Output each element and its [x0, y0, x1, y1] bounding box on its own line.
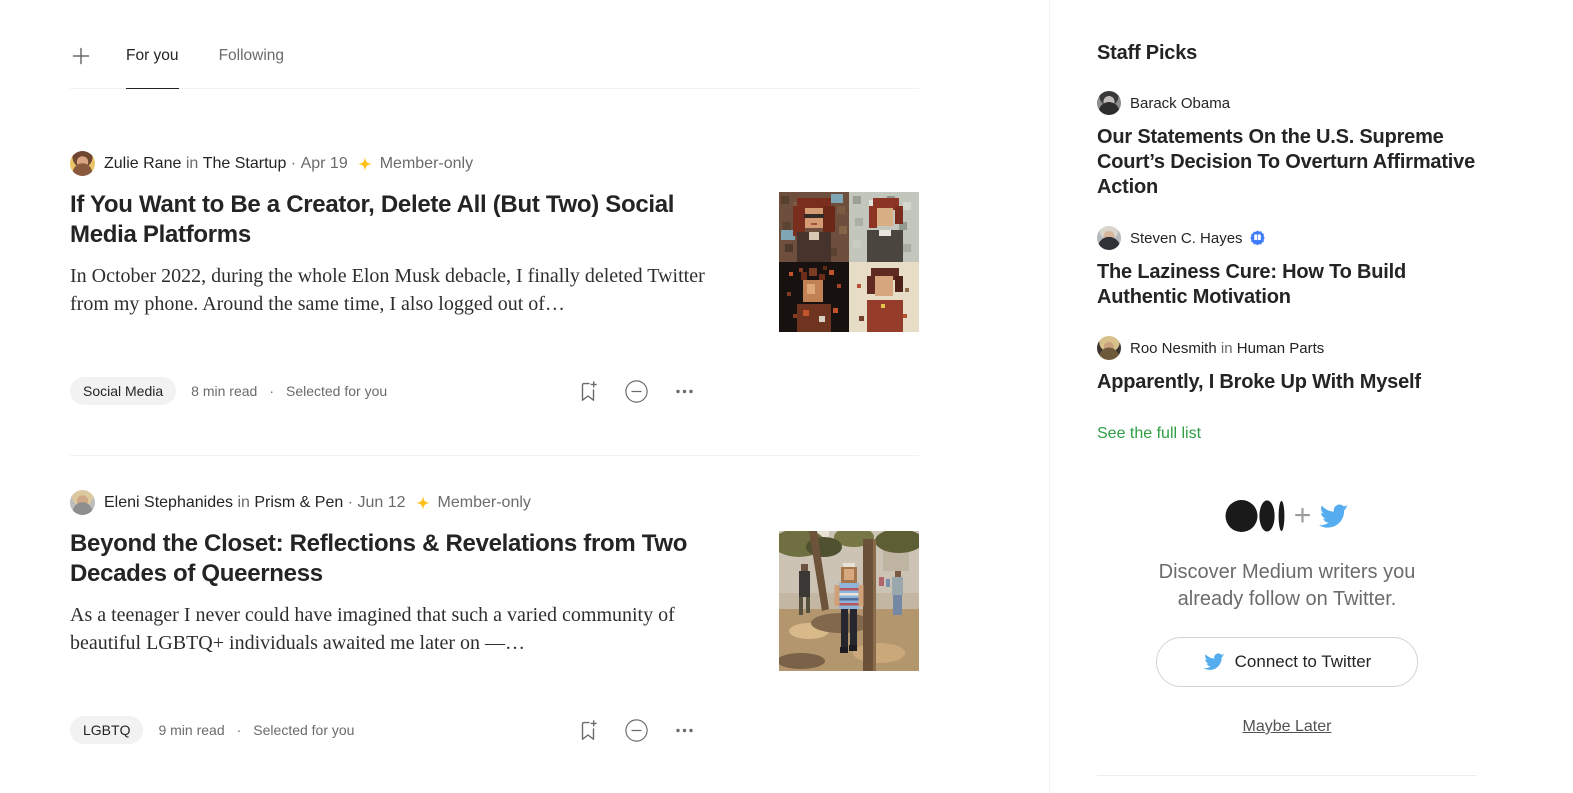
- connect-to-twitter-button[interactable]: Connect to Twitter: [1156, 637, 1418, 687]
- author-name[interactable]: Steven C. Hayes: [1130, 230, 1243, 247]
- promo-description-line1: Discover Medium writers you: [1158, 561, 1416, 583]
- article-footer: Social Media 8 min read · Selected for y…: [70, 376, 919, 406]
- staff-pick-item: Roo Nesmith in Human Parts Apparently, I…: [1097, 336, 1477, 395]
- street-scene-photo: [779, 531, 919, 671]
- article-card: Eleni Stephanides in Prism & Pen · Jun 1…: [70, 490, 919, 745]
- add-feed-button[interactable]: [70, 45, 92, 72]
- medium-home-page: For you Following Zulie Rane in The Star…: [0, 0, 1573, 793]
- article-title[interactable]: If You Want to Be a Creator, Delete All …: [70, 190, 730, 250]
- tab-following[interactable]: Following: [219, 44, 284, 88]
- read-time: 9 min read: [158, 722, 225, 738]
- twitter-promo: + Discover Medium writers you already fol…: [1097, 499, 1477, 736]
- see-full-list-link[interactable]: See the full list: [1097, 425, 1477, 443]
- verified-author-icon: [1249, 230, 1265, 245]
- selected-for-you-label: Selected for you: [253, 722, 355, 738]
- article-thumbnail[interactable]: [779, 192, 919, 332]
- publication-name[interactable]: Prism & Pen: [254, 494, 343, 512]
- author-name[interactable]: Roo Nesmith: [1130, 340, 1217, 357]
- in-label: in: [185, 154, 199, 172]
- staff-picks-heading: Staff Picks: [1097, 42, 1198, 64]
- article-title[interactable]: Beyond the Closet: Reflections & Revelat…: [70, 529, 730, 589]
- byline: Barack Obama: [1097, 91, 1477, 115]
- topic-tag[interactable]: Social Media: [70, 377, 177, 405]
- article-excerpt[interactable]: As a teenager I never could have imagine…: [70, 601, 730, 657]
- article-excerpt[interactable]: In October 2022, during the whole Elon M…: [70, 262, 730, 318]
- topic-tag[interactable]: LGBTQ: [70, 716, 144, 744]
- author-avatar[interactable]: [70, 151, 95, 176]
- member-only-badge: Member-only: [348, 155, 473, 173]
- article-footer: LGBTQ 9 min read · Selected for you: [70, 715, 919, 745]
- show-less-icon[interactable]: [624, 718, 649, 743]
- article-card: Zulie Rane in The Startup · Apr 19 Membe…: [70, 151, 919, 456]
- medium-logo: [1225, 500, 1285, 532]
- author-avatar[interactable]: [1097, 226, 1121, 250]
- article-date: Jun 12: [357, 493, 406, 511]
- member-only-label: Member-only: [379, 154, 474, 172]
- staff-pick-item: Steven C. Hayes The Laziness Cure: How T…: [1097, 226, 1477, 310]
- member-only-badge: Member-only: [406, 494, 531, 512]
- in-label: in: [1220, 339, 1233, 357]
- byline: Zulie Rane in The Startup · Apr 19 Membe…: [70, 151, 730, 176]
- article-divider: [70, 455, 919, 456]
- publication-name[interactable]: The Startup: [203, 155, 287, 173]
- show-less-icon[interactable]: [624, 379, 649, 404]
- sidebar-divider: [1097, 775, 1477, 776]
- sparkle-icon: [415, 495, 430, 510]
- maybe-later-link[interactable]: Maybe Later: [1243, 718, 1332, 736]
- author-avatar[interactable]: [1097, 91, 1121, 115]
- more-options-icon[interactable]: [672, 718, 697, 743]
- tab-for-you[interactable]: For you: [126, 44, 179, 89]
- feed-tabbar: For you Following: [70, 0, 919, 89]
- main-feed-column: For you Following Zulie Rane in The Star…: [0, 0, 1050, 793]
- plus-separator: +: [1293, 499, 1312, 532]
- staff-pick-title[interactable]: The Laziness Cure: How To Build Authenti…: [1097, 260, 1477, 310]
- twitter-icon: [1203, 653, 1225, 670]
- read-time: 8 min read: [191, 383, 258, 399]
- author-avatar[interactable]: [1097, 336, 1121, 360]
- byline: Roo Nesmith in Human Parts: [1097, 336, 1477, 360]
- staff-pick-title[interactable]: Our Statements On the U.S. Supreme Court…: [1097, 125, 1477, 200]
- author-avatar[interactable]: [70, 490, 95, 515]
- author-name[interactable]: Eleni Stephanides: [104, 494, 233, 512]
- byline: Eleni Stephanides in Prism & Pen · Jun 1…: [70, 490, 730, 515]
- right-sidebar: Staff Picks Barack Obama Our Statements …: [1050, 0, 1573, 793]
- bookmark-plus-icon[interactable]: [576, 379, 601, 404]
- promo-description-line2: already follow on Twitter.: [1177, 588, 1397, 610]
- article-thumbnail[interactable]: [779, 531, 919, 671]
- article-date: Apr 19: [300, 154, 348, 172]
- more-options-icon[interactable]: [672, 379, 697, 404]
- connect-button-label: Connect to Twitter: [1234, 652, 1372, 671]
- promo-description: Discover Medium writers you already follo…: [1097, 559, 1477, 613]
- staff-pick-title[interactable]: Apparently, I Broke Up With Myself: [1097, 370, 1477, 395]
- selected-for-you-label: Selected for you: [285, 383, 388, 399]
- promo-logos: +: [1097, 499, 1477, 533]
- author-name[interactable]: Barack Obama: [1130, 95, 1230, 112]
- plus-icon: [72, 47, 90, 65]
- author-name[interactable]: Zulie Rane: [104, 155, 181, 173]
- member-only-label: Member-only: [437, 493, 531, 511]
- byline: Steven C. Hayes: [1097, 226, 1477, 250]
- in-label: in: [237, 493, 250, 511]
- pixel-art-portraits-image: [779, 192, 919, 332]
- staff-pick-item: Barack Obama Our Statements On the U.S. …: [1097, 91, 1477, 200]
- twitter-icon: [1318, 504, 1349, 528]
- dot-separator: ·: [236, 722, 242, 738]
- bookmark-plus-icon[interactable]: [576, 718, 601, 743]
- sparkle-icon: [357, 156, 372, 171]
- dot-separator: ·: [269, 383, 274, 399]
- publication-name[interactable]: Human Parts: [1237, 340, 1325, 357]
